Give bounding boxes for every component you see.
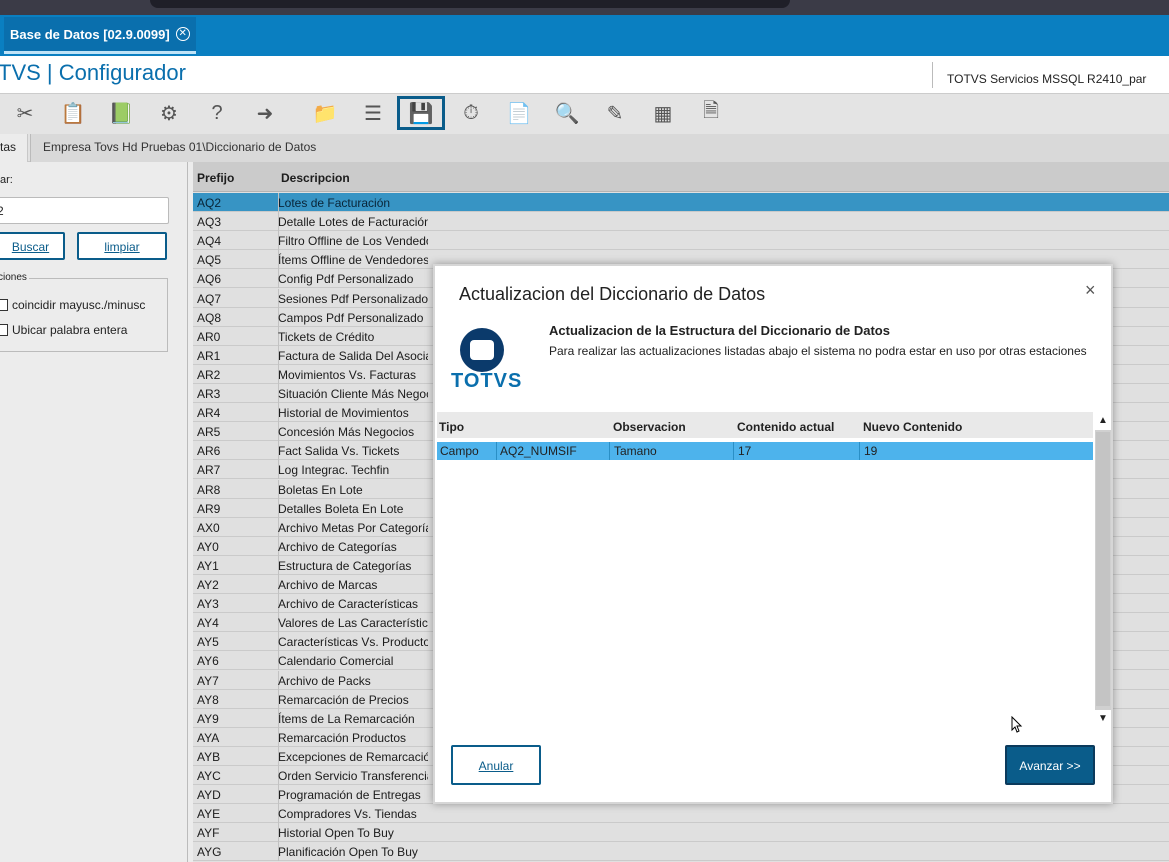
- scroll-up-icon[interactable]: ▲: [1095, 412, 1111, 430]
- cancel-button[interactable]: Anular: [451, 745, 541, 785]
- clock-icon[interactable]: ⏱: [456, 98, 486, 128]
- save-icon[interactable]: 💾: [397, 96, 445, 130]
- exit-icon[interactable]: ➜: [250, 98, 280, 128]
- close-tab-icon[interactable]: ✕: [175, 27, 190, 41]
- book-icon[interactable]: 📗: [106, 98, 136, 128]
- checkbox[interactable]: [0, 324, 8, 336]
- option-whole-word[interactable]: Ubicar palabra entera: [0, 323, 127, 337]
- changes-table: Tipo Observacion Contenido actual Nuevo …: [437, 412, 1111, 728]
- cell-actual: 17: [738, 444, 752, 458]
- limpiar-button[interactable]: limpiar: [77, 232, 167, 260]
- checkbox[interactable]: [0, 299, 8, 311]
- help-icon[interactable]: ?: [202, 98, 232, 128]
- folder-icon[interactable]: 📁: [310, 98, 340, 128]
- options-box: [0, 278, 168, 352]
- totvs-logo: TOTVS: [451, 326, 523, 396]
- changes-header: Tipo Observacion Contenido actual Nuevo …: [437, 412, 1093, 438]
- server-label: TOTVS Servicios MSSQL R2410_par: [932, 62, 1162, 88]
- options-label: ciones: [0, 272, 29, 283]
- app-header: TVS | Configurador TOTVS Servicios MSSQL…: [0, 56, 1169, 94]
- col-nuevo-contenido: Nuevo Contenido: [863, 420, 963, 434]
- cell-observacion: Tamano: [614, 444, 657, 458]
- scissors-icon[interactable]: ✂: [10, 98, 40, 128]
- tab-bar: Base de Datos [02.9.0099] ✕: [0, 15, 1169, 56]
- scroll-down-icon[interactable]: ▼: [1095, 710, 1111, 728]
- tab-tas[interactable]: tas: [0, 134, 28, 162]
- col-observacion: Observacion: [613, 420, 686, 434]
- dialog-heading: Actualizacion de la Estructura del Dicci…: [549, 323, 890, 338]
- col-tipo: Tipo: [439, 420, 465, 434]
- vertical-scrollbar[interactable]: ▲ ▼: [1095, 412, 1111, 728]
- cell-tipo: Campo: [440, 444, 479, 458]
- next-button[interactable]: Avanzar >>: [1005, 745, 1095, 785]
- app-title: TVS | Configurador: [0, 60, 186, 85]
- close-icon[interactable]: ×: [1085, 280, 1096, 301]
- option-label: coincidir mayusc./minusc: [12, 298, 146, 312]
- tab-title: Base de Datos [02.9.0099]: [10, 26, 170, 42]
- browser-top-bar: [0, 0, 1169, 15]
- option-case-sensitive[interactable]: coincidir mayusc./minusc: [0, 298, 145, 312]
- scroll-thumb[interactable]: [1096, 432, 1110, 706]
- search-panel: ar: 2 Buscar limpiar ciones coincidir ma…: [0, 162, 188, 862]
- search-label: ar:: [0, 174, 13, 186]
- cell-campo: AQ2_NUMSIF: [500, 444, 577, 458]
- page-icon[interactable]: 🗎: [696, 98, 726, 128]
- breadcrumb: Empresa Tovs Hd Pruebas 01\Diccionario d…: [30, 134, 1169, 162]
- tools-icon[interactable]: ⚙: [154, 98, 184, 128]
- list-icon[interactable]: ☰: [358, 98, 388, 128]
- table-icon[interactable]: ▦: [648, 98, 678, 128]
- mouse-cursor-icon: [1011, 716, 1023, 733]
- dialog-subheading: Para realizar las actualizaciones listad…: [549, 344, 1087, 358]
- option-label: Ubicar palabra entera: [12, 323, 128, 337]
- changes-row[interactable]: Campo AQ2_NUMSIF Tamano 17 19: [437, 442, 1093, 460]
- add-doc-icon[interactable]: 📄: [504, 98, 534, 128]
- dialog-title: Actualizacion del Diccionario de Datos: [459, 284, 766, 304]
- search-doc-icon[interactable]: 🔍: [552, 98, 582, 128]
- cell-nuevo: 19: [864, 444, 878, 458]
- tab-base-de-datos[interactable]: Base de Datos [02.9.0099] ✕: [4, 17, 196, 54]
- col-contenido-actual: Contenido actual: [737, 420, 835, 434]
- edit-icon[interactable]: ✎: [600, 98, 630, 128]
- toolbar: ✂ 📋 📗 ⚙ ? ➜ 📁 ☰ 💾 ⏱ 📄 🔍 ✎ ▦ 🗎: [0, 94, 1169, 134]
- breadcrumb-row: tas Empresa Tovs Hd Pruebas 01\Diccionar…: [0, 134, 1169, 162]
- clipboard-icon[interactable]: 📋: [58, 98, 88, 128]
- search-input[interactable]: 2: [0, 197, 169, 224]
- address-bar[interactable]: [150, 0, 790, 8]
- buscar-button[interactable]: Buscar: [0, 232, 65, 260]
